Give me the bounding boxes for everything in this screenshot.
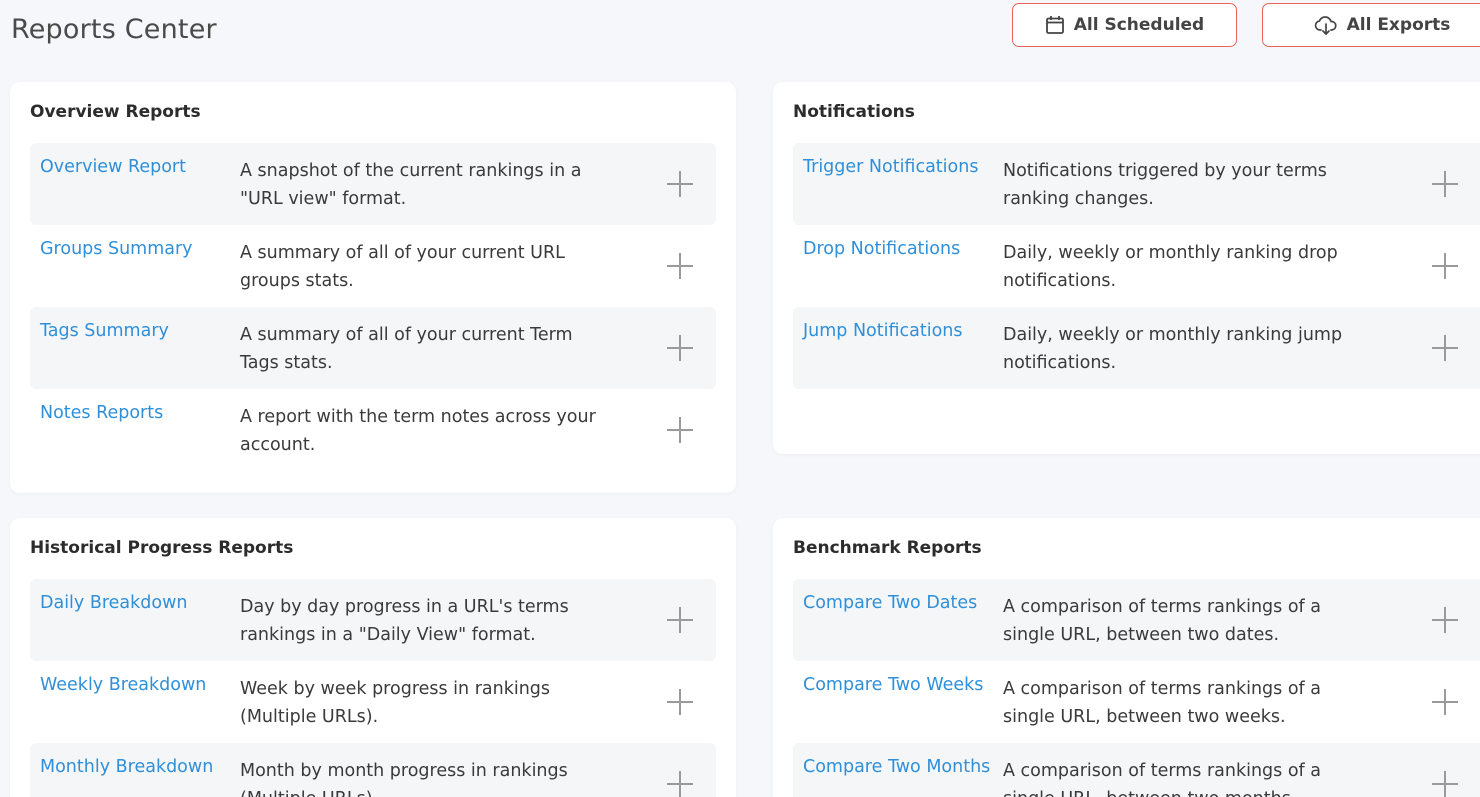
cloud-download-icon [1314,16,1337,35]
report-link[interactable]: Overview Report [40,157,186,177]
plus-icon[interactable] [667,689,693,715]
plus-icon[interactable] [1432,253,1458,279]
plus-icon[interactable] [1432,771,1458,797]
report-row-trigger-notifications: Trigger Notifications Notifications trig… [793,143,1480,225]
report-link[interactable]: Compare Two Dates [803,593,977,613]
all-exports-label: All Exports [1346,15,1451,35]
report-description: Daily, weekly or monthly ranking drop no… [1003,243,1338,291]
report-description: A comparison of terms rankings of a sing… [1003,679,1321,727]
plus-icon[interactable] [667,253,693,279]
report-description: A report with the term notes across your… [240,407,596,455]
report-link[interactable]: Groups Summary [40,239,193,259]
report-row-drop-notifications: Drop Notifications Daily, weekly or mont… [793,225,1480,307]
report-row-compare-two-weeks: Compare Two Weeks A comparison of terms … [793,661,1480,743]
plus-icon[interactable] [1432,607,1458,633]
report-link[interactable]: Compare Two Months [803,757,990,777]
report-row-overview: Overview Report A snapshot of the curren… [30,143,716,225]
report-link[interactable]: Daily Breakdown [40,593,188,613]
plus-icon[interactable] [667,171,693,197]
report-row-weekly-breakdown: Weekly Breakdown Week by week progress i… [30,661,716,743]
report-row-compare-two-dates: Compare Two Dates A comparison of terms … [793,579,1480,661]
plus-icon[interactable] [1432,171,1458,197]
plus-icon[interactable] [1432,689,1458,715]
report-description: Notifications triggered by your terms ra… [1003,161,1327,209]
report-row-groups-summary: Groups Summary A summary of all of your … [30,225,716,307]
report-link[interactable]: Jump Notifications [803,321,963,341]
report-description: Day by day progress in a URL's terms ran… [240,597,569,645]
benchmark-reports-card: Benchmark Reports Compare Two Dates A co… [773,518,1480,797]
report-row-daily-breakdown: Daily Breakdown Day by day progress in a… [30,579,716,661]
all-scheduled-button[interactable]: All Scheduled [1012,3,1237,47]
report-link[interactable]: Notes Reports [40,403,163,423]
report-row-jump-notifications: Jump Notifications Daily, weekly or mont… [793,307,1480,389]
report-row-tags-summary: Tags Summary A summary of all of your cu… [30,307,716,389]
plus-icon[interactable] [667,607,693,633]
card-title: Historical Progress Reports [30,538,294,558]
report-link[interactable]: Monthly Breakdown [40,757,213,777]
page-title: Reports Center [11,14,217,45]
report-description: A comparison of terms rankings of a sing… [1003,761,1321,797]
report-link[interactable]: Tags Summary [40,321,169,341]
report-link[interactable]: Drop Notifications [803,239,960,259]
report-row-compare-two-months: Compare Two Months A comparison of terms… [793,743,1480,797]
report-description: A comparison of terms rankings of a sing… [1003,597,1321,645]
plus-icon[interactable] [667,417,693,443]
report-description: Month by month progress in rankings (Mul… [240,761,568,797]
report-link[interactable]: Trigger Notifications [803,157,978,177]
report-link[interactable]: Weekly Breakdown [40,675,206,695]
report-description: Daily, weekly or monthly ranking jump no… [1003,325,1343,373]
report-row-notes-reports: Notes Reports A report with the term not… [30,389,716,471]
all-exports-button[interactable]: All Exports [1262,3,1480,47]
plus-icon[interactable] [1432,335,1458,361]
report-link[interactable]: Compare Two Weeks [803,675,983,695]
overview-reports-card: Overview Reports Overview Report A snaps… [10,82,736,493]
notifications-card: Notifications Trigger Notifications Noti… [773,82,1480,454]
card-title: Notifications [793,102,915,122]
card-title: Overview Reports [30,102,201,122]
calendar-icon [1045,16,1064,34]
report-description: A summary of all of your current Term Ta… [240,325,573,373]
card-title: Benchmark Reports [793,538,982,558]
all-scheduled-label: All Scheduled [1073,15,1205,35]
historical-progress-card: Historical Progress Reports Daily Breakd… [10,518,736,797]
plus-icon[interactable] [667,335,693,361]
plus-icon[interactable] [667,771,693,797]
report-description: A snapshot of the current rankings in a … [240,161,582,209]
report-row-monthly-breakdown: Monthly Breakdown Month by month progres… [30,743,716,797]
report-description: Week by week progress in rankings (Multi… [240,679,551,727]
report-description: A summary of all of your current URL gro… [240,243,565,291]
